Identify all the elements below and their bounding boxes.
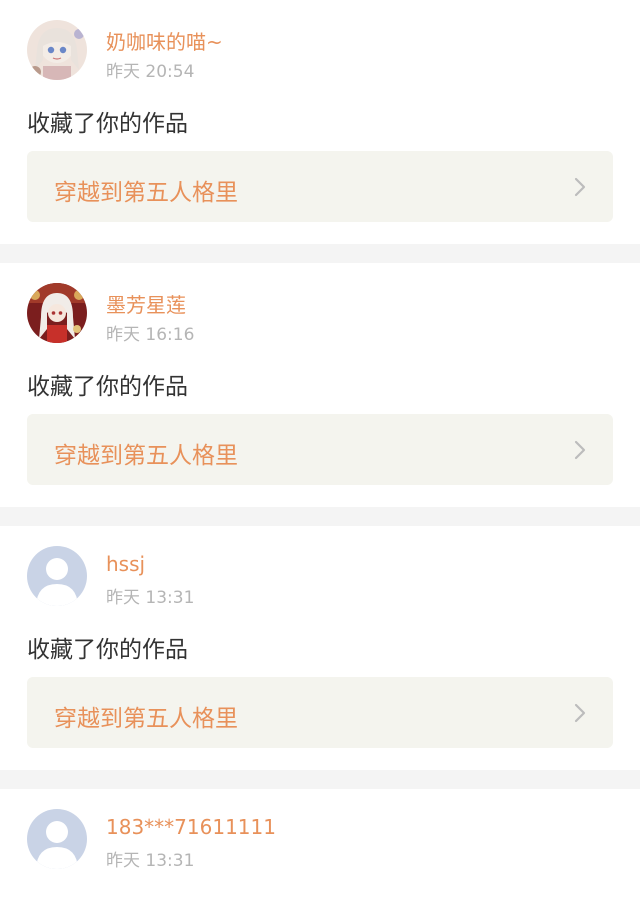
anime-avatar-icon — [27, 283, 87, 343]
notification-card: 墨芳星莲 昨天 16:16 收藏了你的作品 穿越到第五人格里 — [0, 263, 640, 507]
work-title: 穿越到第五人格里 — [54, 706, 238, 732]
timestamp: 昨天 20:54 — [106, 62, 195, 82]
notification-card: 奶咖味的喵~ 昨天 20:54 收藏了你的作品 穿越到第五人格里 — [0, 0, 640, 244]
work-title: 穿越到第五人格里 — [54, 180, 238, 206]
work-link[interactable]: 穿越到第五人格里 — [27, 677, 613, 748]
notification-header: 墨芳星莲 昨天 16:16 — [27, 283, 613, 345]
work-link[interactable]: 穿越到第五人格里 — [27, 151, 613, 222]
action-text: 收藏了你的作品 — [27, 374, 188, 400]
timestamp: 昨天 13:31 — [106, 588, 195, 608]
notification-header: 183***71611111 昨天 13:31 — [27, 809, 613, 871]
notification-header: hssj 昨天 13:31 — [27, 546, 613, 608]
user-name[interactable]: 183***71611111 — [106, 815, 276, 839]
anime-avatar-icon — [27, 20, 87, 80]
work-link[interactable]: 穿越到第五人格里 — [27, 414, 613, 485]
user-name[interactable]: 墨芳星莲 — [106, 289, 186, 318]
notification-card: 183***71611111 昨天 13:31 — [0, 789, 640, 909]
chevron-right-icon — [574, 440, 586, 460]
default-user-icon — [27, 546, 87, 606]
chevron-right-icon — [574, 703, 586, 723]
avatar[interactable] — [27, 20, 87, 80]
notification-feed: 奶咖味的喵~ 昨天 20:54 收藏了你的作品 穿越到第五人格里 墨芳星莲 昨天… — [0, 0, 640, 909]
user-name[interactable]: hssj — [106, 552, 145, 576]
timestamp: 昨天 16:16 — [106, 325, 195, 345]
avatar[interactable] — [27, 546, 87, 606]
action-text: 收藏了你的作品 — [27, 637, 188, 663]
work-title: 穿越到第五人格里 — [54, 443, 238, 469]
notification-card: hssj 昨天 13:31 收藏了你的作品 穿越到第五人格里 — [0, 526, 640, 770]
default-user-icon — [27, 809, 87, 869]
user-name[interactable]: 奶咖味的喵~ — [106, 26, 223, 55]
avatar[interactable] — [27, 809, 87, 869]
notification-header: 奶咖味的喵~ 昨天 20:54 — [27, 20, 613, 82]
action-text: 收藏了你的作品 — [27, 111, 188, 137]
avatar[interactable] — [27, 283, 87, 343]
chevron-right-icon — [574, 177, 586, 197]
timestamp: 昨天 13:31 — [106, 851, 195, 871]
